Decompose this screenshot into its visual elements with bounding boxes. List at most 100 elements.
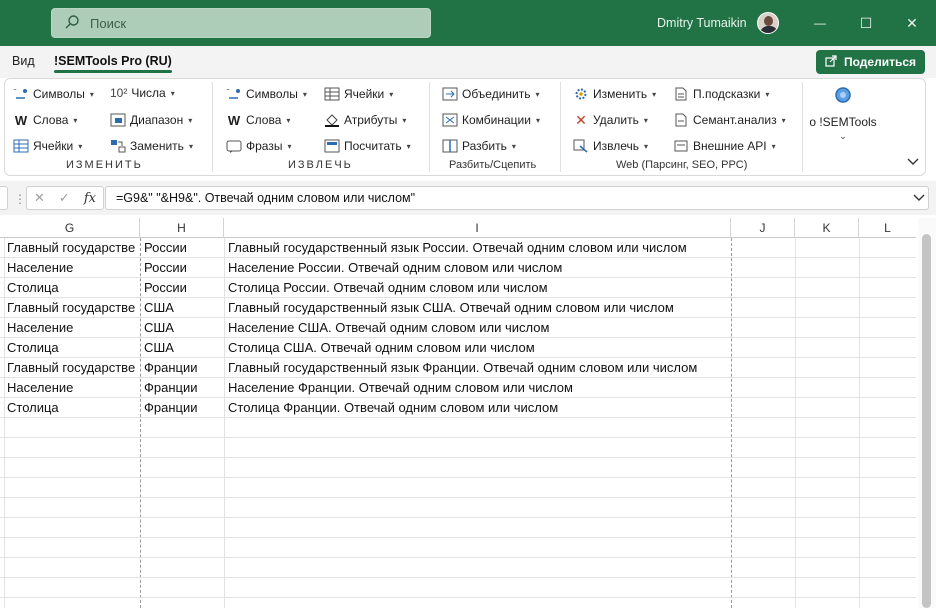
phrases-label: Фразы bbox=[246, 139, 283, 153]
combinations-icon bbox=[442, 112, 458, 128]
extract-cells-button[interactable]: Ячейки ▾ bbox=[324, 86, 393, 102]
table-cell[interactable]: Столица Франции. Отвечай одним словом ил… bbox=[225, 398, 731, 418]
table-row: Столица США Столица США. Отвечай одним сло… bbox=[0, 338, 916, 358]
close-button[interactable]: ✕ bbox=[889, 0, 935, 46]
column-header-i[interactable]: I bbox=[224, 218, 731, 238]
about-semtools-button[interactable]: о !SEMTools ⌄ bbox=[808, 86, 878, 152]
column-header-k[interactable]: K bbox=[795, 218, 859, 238]
table-cell[interactable]: Население России. Отвечай одним словом и… bbox=[225, 258, 731, 278]
modify-words-button[interactable]: W Слова ▾ bbox=[13, 112, 78, 128]
maximize-button[interactable]: ☐ bbox=[843, 0, 889, 46]
table-cell[interactable]: России bbox=[141, 258, 224, 278]
formula-text: =G9&" "&H9&". Отвечай одним словом или ч… bbox=[116, 191, 416, 205]
phrases-button[interactable]: Фразы ▾ bbox=[226, 138, 291, 154]
chevron-down-icon: ⌄ bbox=[839, 131, 847, 141]
external-api-label: Внешние API bbox=[693, 139, 767, 153]
column-headers: G H I J K L bbox=[0, 218, 916, 238]
table-cell[interactable]: США bbox=[141, 338, 224, 358]
web-extract-label: Извлечь bbox=[593, 139, 640, 153]
table-row bbox=[0, 458, 916, 478]
table-cell[interactable]: Главный государстве bbox=[4, 298, 140, 318]
cells-icon bbox=[13, 138, 29, 154]
table-cell[interactable]: Главный государственный язык Франции. От… bbox=[225, 358, 731, 378]
web-modify-button[interactable]: Изменить ▾ bbox=[573, 86, 656, 102]
combinations-button[interactable]: Комбинации ▾ bbox=[442, 112, 540, 128]
extract-symbols-button[interactable]: ˜ Символы ▾ bbox=[226, 86, 307, 102]
analysis-icon bbox=[673, 112, 689, 128]
table-cell[interactable]: Главный государственный язык России. Отв… bbox=[225, 238, 731, 258]
table-cell[interactable]: Франции bbox=[141, 358, 224, 378]
web-extract-button[interactable]: Извлечь ▾ bbox=[573, 138, 648, 154]
modify-numbers-button[interactable]: 10² Числа ▾ bbox=[110, 86, 175, 100]
account-area[interactable]: Dmitry Tumaikin bbox=[657, 0, 779, 46]
fx-icon[interactable]: fx bbox=[84, 191, 96, 206]
ribbon-divider bbox=[429, 82, 430, 172]
table-cell[interactable]: Главный государственный язык США. Отвеча… bbox=[225, 298, 731, 318]
chevron-down-icon bbox=[907, 158, 919, 165]
cells-icon bbox=[324, 86, 340, 102]
column-header-h[interactable]: H bbox=[140, 218, 224, 238]
table-cell[interactable]: России bbox=[141, 238, 224, 258]
table-cell[interactable]: Главный государстве bbox=[4, 358, 140, 378]
minimize-button[interactable]: — bbox=[797, 0, 843, 46]
table-cell[interactable]: Население США. Отвечай одним словом или … bbox=[225, 318, 731, 338]
column-header-g[interactable]: G bbox=[0, 218, 140, 238]
share-button[interactable]: Поделиться bbox=[816, 50, 925, 74]
formula-input[interactable]: =G9&" "&H9&". Отвечай одним словом или ч… bbox=[105, 186, 929, 210]
merge-button[interactable]: Объединить ▾ bbox=[442, 86, 540, 102]
table-cell[interactable]: Столица США. Отвечай одним словом или чи… bbox=[225, 338, 731, 358]
table-row bbox=[0, 498, 916, 518]
table-cell[interactable]: США bbox=[141, 318, 224, 338]
table-cell[interactable]: Столица bbox=[4, 278, 140, 298]
collapse-ribbon-button[interactable] bbox=[905, 154, 921, 170]
search-icon bbox=[64, 14, 80, 33]
table-row bbox=[0, 438, 916, 458]
more-options-icon[interactable]: ⋮ bbox=[14, 192, 26, 206]
extract-words-button[interactable]: W Слова ▾ bbox=[226, 112, 291, 128]
phrases-icon bbox=[226, 138, 242, 154]
modify-range-button[interactable]: Диапазон ▾ bbox=[110, 112, 192, 128]
column-header-j[interactable]: J bbox=[731, 218, 795, 238]
split-label: Разбить bbox=[462, 139, 507, 153]
modify-range-label: Диапазон bbox=[130, 113, 184, 127]
tab-view[interactable]: Вид bbox=[12, 54, 35, 68]
table-cell[interactable]: Франции bbox=[141, 398, 224, 418]
replace-button[interactable]: Заменить ▾ bbox=[110, 138, 193, 154]
name-box[interactable] bbox=[0, 186, 8, 210]
table-cell[interactable]: Население bbox=[4, 378, 140, 398]
expand-formula-button[interactable] bbox=[913, 191, 925, 205]
avatar[interactable] bbox=[756, 12, 779, 34]
web-delete-button[interactable]: ✕ Удалить ▾ bbox=[573, 112, 648, 128]
table-cell[interactable]: России bbox=[141, 278, 224, 298]
check-icon[interactable]: ✓ bbox=[59, 190, 70, 206]
semtools-logo-icon bbox=[834, 86, 852, 107]
table-row bbox=[0, 598, 916, 608]
external-api-button[interactable]: Внешние API ▾ bbox=[673, 138, 776, 154]
count-label: Посчитать bbox=[344, 139, 402, 153]
suggestions-button[interactable]: П.подсказки ▾ bbox=[673, 86, 769, 102]
table-cell[interactable]: Столица bbox=[4, 398, 140, 418]
table-row: Население России Население России. Отвечай… bbox=[0, 258, 916, 278]
table-cell[interactable]: Франции bbox=[141, 378, 224, 398]
table-row: Население Франции Население Франции. Отвеч… bbox=[0, 378, 916, 398]
attributes-button[interactable]: Атрибуты ▾ bbox=[324, 112, 406, 128]
modify-symbols-button[interactable]: ˜ Символы ▾ bbox=[13, 86, 94, 102]
table-cell[interactable]: Главный государстве bbox=[4, 238, 140, 258]
column-header-l[interactable]: L bbox=[859, 218, 916, 238]
semantic-analysis-button[interactable]: Семант.анализ ▾ bbox=[673, 112, 786, 128]
scrollbar-thumb[interactable] bbox=[922, 234, 931, 608]
table-cell[interactable]: Население bbox=[4, 258, 140, 278]
search-box[interactable]: Поиск bbox=[51, 8, 431, 38]
modify-cells-button[interactable]: Ячейки ▾ bbox=[13, 138, 82, 154]
count-button[interactable]: Посчитать ▾ bbox=[324, 138, 411, 154]
table-cell[interactable]: США bbox=[141, 298, 224, 318]
cell-grid[interactable]: Главный государстве России Главный государ… bbox=[0, 238, 916, 608]
table-cell[interactable]: Население Франции. Отвечай одним словом … bbox=[225, 378, 731, 398]
tab-semtools[interactable]: !SEMTools Pro (RU) bbox=[54, 54, 172, 73]
symbols-icon: ˜ bbox=[13, 86, 29, 102]
table-cell[interactable]: Столица bbox=[4, 338, 140, 358]
table-cell[interactable]: Столица России. Отвечай одним словом или… bbox=[225, 278, 731, 298]
table-cell[interactable]: Население bbox=[4, 318, 140, 338]
cancel-icon[interactable]: ✕ bbox=[34, 190, 45, 206]
split-button[interactable]: Разбить ▾ bbox=[442, 138, 516, 154]
